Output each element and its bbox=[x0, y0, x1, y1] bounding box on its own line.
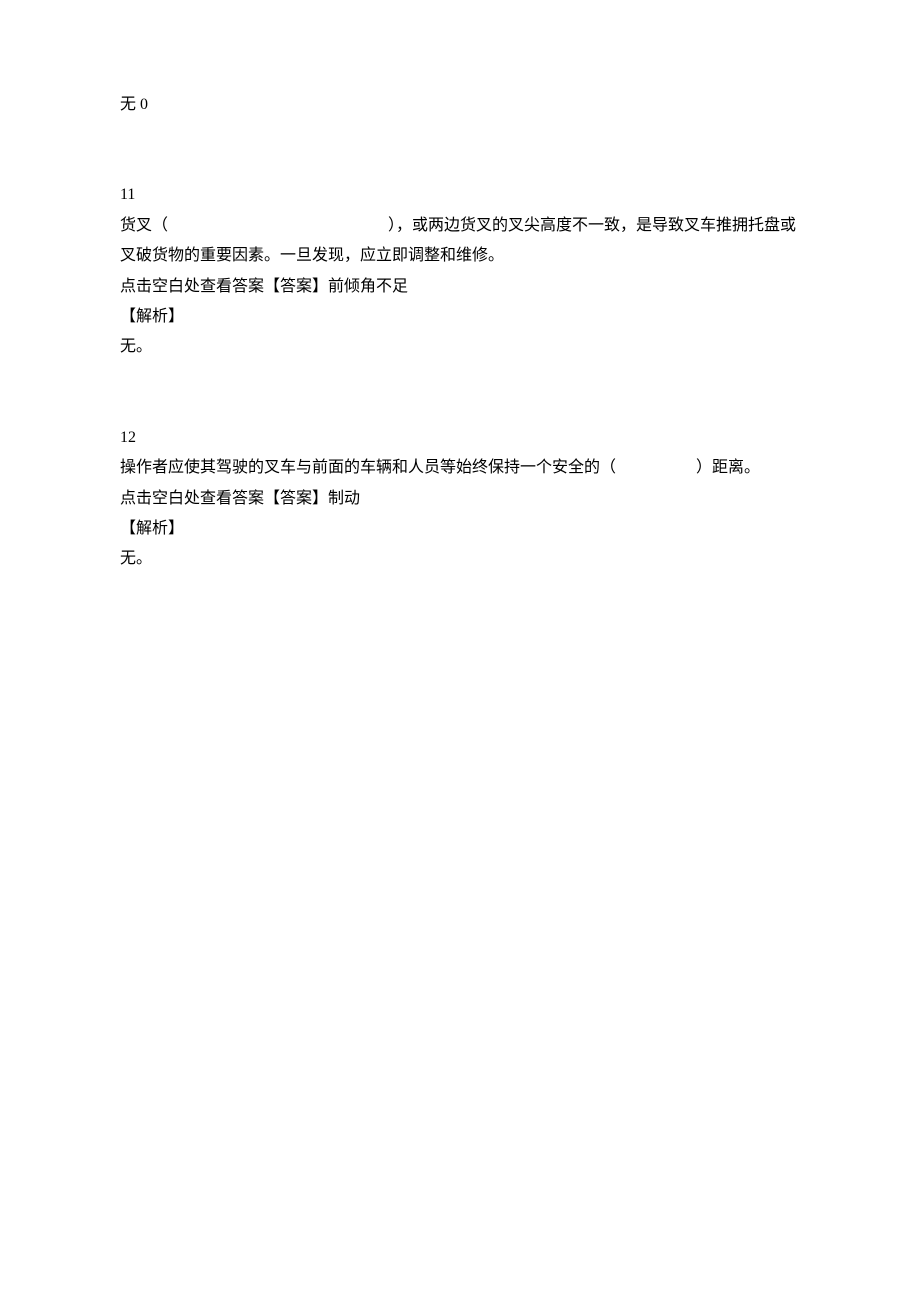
question-text-after: ）距离。 bbox=[696, 459, 760, 476]
answer-text: 前倾角不足 bbox=[328, 278, 408, 295]
answer-prefix: 点击空白处查看答案【答案】 bbox=[120, 490, 328, 507]
top-fragment-text: 无 0 bbox=[120, 96, 148, 113]
answer-text: 制动 bbox=[328, 490, 360, 507]
question-text-before: 操作者应使其驾驶的叉车与前面的车辆和人员等始终保持一个安全的（ bbox=[120, 459, 616, 476]
answer-prefix: 点击空白处查看答案【答案】 bbox=[120, 278, 328, 295]
top-fragment: 无 0 bbox=[120, 90, 800, 120]
question-text: 操作者应使其驾驶的叉车与前面的车辆和人员等始终保持一个安全的（ ）距离。 bbox=[120, 453, 800, 483]
question-number: 12 bbox=[120, 423, 800, 453]
question-text-before: 货叉（ bbox=[120, 217, 168, 234]
question-text: 货叉（），或两边货叉的叉尖高度不一致，是导致叉车推拥托盘或叉破货物的重要因素。一… bbox=[120, 211, 800, 272]
analysis-label: 【解析】 bbox=[120, 514, 800, 544]
question-number: 11 bbox=[120, 180, 800, 210]
analysis-label: 【解析】 bbox=[120, 302, 800, 332]
question-text-after: ），或两边货叉的叉尖高度不一致，是导致叉车推拥托盘或叉破货物的重要因素。一旦发现… bbox=[120, 217, 796, 264]
analysis-text: 无。 bbox=[120, 332, 800, 362]
analysis-text: 无。 bbox=[120, 544, 800, 574]
question-11: 11 货叉（），或两边货叉的叉尖高度不一致，是导致叉车推拥托盘或叉破货物的重要因… bbox=[120, 180, 800, 362]
answer-line: 点击空白处查看答案【答案】制动 bbox=[120, 484, 800, 514]
question-12: 12 操作者应使其驾驶的叉车与前面的车辆和人员等始终保持一个安全的（ ）距离。 点… bbox=[120, 423, 800, 575]
answer-line: 点击空白处查看答案【答案】前倾角不足 bbox=[120, 272, 800, 302]
